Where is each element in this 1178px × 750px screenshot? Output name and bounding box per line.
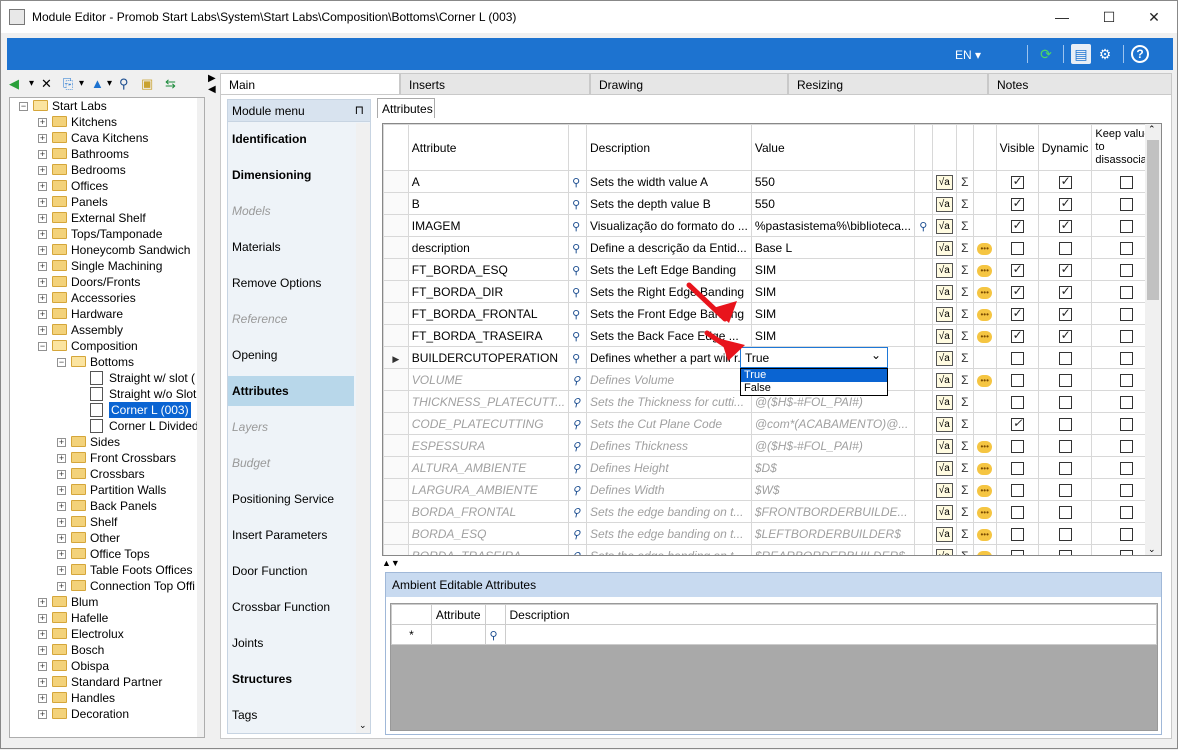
module-editor-window: Module Editor - Promob Start Labs\System… <box>0 0 1178 749</box>
arrow-head-2 <box>721 339 745 361</box>
red-arrow-annotation <box>686 282 745 361</box>
